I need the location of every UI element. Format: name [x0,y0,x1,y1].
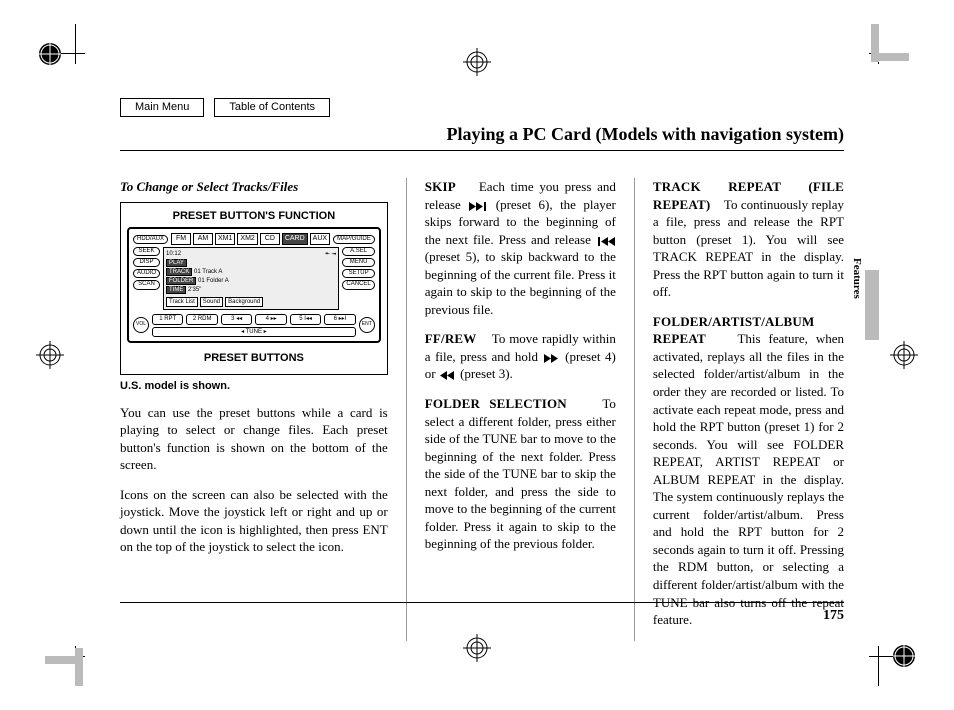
radio-btn: A.SEL [342,247,374,256]
radio-btn: SEEK [133,247,160,256]
registration-mark-icon [36,341,64,369]
section-subhead: To Change or Select Tracks/Files [120,178,388,196]
screen-tab: Background [225,297,263,307]
rew-icon [440,371,456,380]
skip-backward-icon [597,237,615,246]
radio-btn: AUDIO [133,269,160,278]
figure-note: U.S. model is shown. [120,379,388,394]
screen-value: 01 Track A [194,269,222,275]
body-text: FOLDER SELECTION To select a different f… [425,395,616,553]
radio-illustration: HDD/AUX FM AM XM1 XM2 CD CARD AUX MAP/GU… [127,227,381,342]
preset-btn: 2 RDM [186,314,217,324]
preset-btn: 5 I◂◂ [290,314,321,324]
radio-band: AUX [310,233,330,244]
skip-forward-icon [469,202,487,211]
body-text: TRACK REPEAT (FILE REPEAT) To continuous… [653,178,844,301]
registration-solid-icon [36,40,64,68]
body-text: FF/REW To move rapidly within a file, pr… [425,330,616,383]
radio-screen: 10:12 ⯬ ⯮ PLAY TRACK 01 Track A FOLDER 0… [163,247,339,311]
section-tab [865,270,879,340]
radio-band: FM [171,233,191,244]
figure-title: PRESET BUTTON'S FUNCTION [127,209,381,224]
screen-status: PLAY [166,259,187,267]
radio-btn: SCAN [133,280,160,289]
radio-btn: HDD/AUX [133,235,168,244]
preset-btn: 4 ▸▸ [255,314,286,324]
radio-band-active: CARD [282,233,308,244]
radio-band: CD [260,233,280,244]
joystick: ENT [359,317,375,333]
preset-btn: 6 ▸▸I [324,314,355,324]
radio-btn: MENU [342,258,374,267]
page-number: 175 [120,602,844,626]
column-2: SKIP Each time you press and release (pr… [425,178,616,641]
radio-btn: MAP/GUIDE [333,235,375,244]
radio-btn: SETUP [342,269,374,278]
vol-knob: VOL [133,317,149,333]
page-title: Playing a PC Card (Models with navigatio… [120,122,844,151]
radio-band: XM2 [237,233,257,244]
radio-band: AM [193,233,213,244]
registration-mark-icon [890,341,918,369]
body-text: FOLDER/ARTIST/ALBUM REPEAT This feature,… [653,313,844,629]
column-3: TRACK REPEAT (FILE REPEAT) To continuous… [653,178,844,641]
screen-tab: Track List [166,297,198,307]
preset-btn: 1 RPT [152,314,183,324]
screen-label: TRACK [166,268,192,276]
radio-btn: CANCEL [342,280,374,289]
screen-value: 01 Folder A [198,278,229,284]
registration-solid-icon [890,642,918,670]
preset-btn: 3 ◂◂ [221,314,252,324]
body-text: SKIP Each time you press and release (pr… [425,178,616,318]
radio-band: XM1 [215,233,235,244]
ff-icon [544,354,560,363]
main-menu-button[interactable]: Main Menu [120,98,204,117]
registration-mark-icon [463,48,491,76]
column-1: To Change or Select Tracks/Files PRESET … [120,178,388,641]
section-tab-label: Features [849,258,864,299]
figure-caption: PRESET BUTTONS [127,351,381,366]
screen-value: 2'35" [188,287,201,293]
screen-tab: Sound [200,297,223,307]
screen-label: FOLDER [166,277,196,285]
figure-preset-function: PRESET BUTTON'S FUNCTION HDD/AUX FM AM X… [120,202,388,375]
body-text: Icons on the screen can also be selected… [120,486,388,556]
screen-time: 10:12 [166,250,181,258]
radio-btn: DISP [133,258,160,267]
body-text: You can use the preset buttons while a c… [120,404,388,474]
tune-bar: ◂ TUNE ▸ [152,327,356,337]
screen-label: TIME [166,286,186,294]
toc-button[interactable]: Table of Contents [214,98,330,117]
